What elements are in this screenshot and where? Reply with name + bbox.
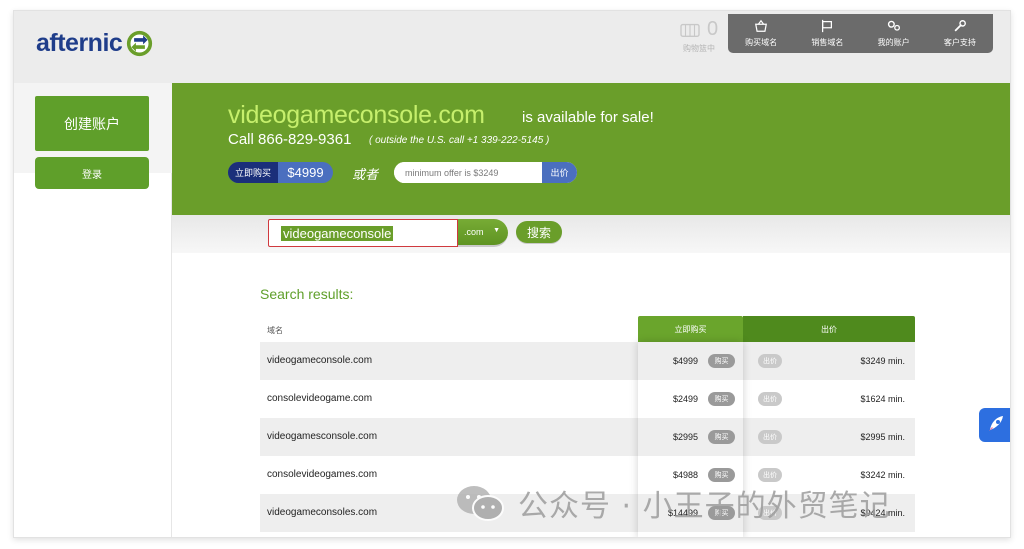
results-title: Search results:	[260, 286, 354, 302]
row-price: $2499	[672, 394, 698, 404]
nav-label: 客户支持	[943, 38, 976, 47]
left-sidebar: 创建账户 登录	[14, 83, 172, 537]
column-header-buy-now: 立即购买	[638, 316, 743, 342]
row-domain[interactable]: consolevideogames.com	[267, 469, 377, 480]
make-offer-button[interactable]: 出价	[542, 162, 577, 183]
or-text: 或者	[352, 167, 379, 182]
tld-select[interactable]: .com ▼	[458, 219, 508, 247]
nav-label: 购买域名	[745, 38, 778, 47]
browser-page: afternic 0 购物篮中 购买域名 销售域名 我的账户 客户支持 创建账户…	[13, 10, 1011, 538]
nav-buy-domains[interactable]: 购买域名	[728, 14, 794, 53]
row-price: $4999	[672, 356, 698, 366]
row-offer-button[interactable]: 出价	[758, 392, 782, 406]
wrench-icon	[954, 20, 966, 32]
buy-now-button[interactable]: 立即购买 $4999	[228, 162, 333, 183]
nav-my-account[interactable]: 我的账户	[861, 14, 927, 53]
search-button[interactable]: 搜索	[516, 221, 562, 243]
cart-label: 购物篮中	[683, 44, 715, 53]
banner-phone: Call 866-829-9361	[228, 131, 352, 148]
search-input-value: videogameconsole	[281, 226, 394, 241]
row-domain[interactable]: videogameconsole.com	[267, 355, 372, 366]
cart-widget[interactable]: 0 购物篮中	[671, 17, 727, 53]
table-row: consolevideogame.com $2499 购买 出价 $1624 m…	[260, 380, 915, 418]
row-buy-button[interactable]: 购买	[708, 392, 735, 406]
dropdown-arrow-icon: ▼	[493, 227, 500, 234]
banner-available-text: is available for sale!	[522, 109, 654, 126]
rocket-icon	[989, 416, 1003, 431]
buy-now-price: $4999	[287, 165, 324, 180]
basket-icon	[755, 19, 768, 32]
row-domain[interactable]: videogamesconsole.com	[267, 431, 377, 442]
row-price: $2995	[672, 432, 698, 442]
watermark-text: 公众号 · 小王子的外贸笔记	[518, 489, 891, 524]
buy-now-label: 立即购买	[228, 162, 278, 183]
table-row: videogamesconsole.com $2995 购买 出价 $2995 …	[260, 418, 915, 456]
column-header-offer: 出价	[743, 316, 915, 342]
row-buy-button[interactable]: 购买	[708, 430, 735, 444]
wechat-icon	[457, 486, 504, 521]
tld-value: .com	[464, 227, 484, 237]
banner-intl-phone: ( outside the U.S. call +1 339-222-5145 …	[369, 135, 550, 146]
cart-icon	[680, 23, 700, 37]
create-account-button[interactable]: 创建账户	[35, 96, 149, 151]
gears-icon	[887, 20, 900, 31]
nav-label: 销售域名	[811, 38, 844, 47]
login-button[interactable]: 登录	[35, 157, 149, 189]
logo-arrows-icon	[127, 30, 153, 57]
search-input[interactable]: videogameconsole	[268, 219, 458, 247]
row-min-offer: $3249 min.	[860, 356, 905, 366]
search-bar: videogameconsole .com ▼ 搜索	[172, 215, 1010, 253]
floating-helper-button[interactable]	[979, 408, 1010, 442]
nav-label: 我的账户	[877, 38, 910, 47]
site-header: afternic 0 购物篮中 购买域名 销售域名 我的账户 客户支持	[14, 11, 1010, 83]
row-domain[interactable]: videogameconsoles.com	[267, 507, 377, 518]
table-row: videogameconsole.com $4999 购买 出价 $3249 m…	[260, 342, 915, 380]
offer-input[interactable]	[394, 162, 542, 183]
cart-count: 0	[707, 18, 719, 40]
top-nav: 购买域名 销售域名 我的账户 客户支持	[728, 14, 993, 53]
offer-form: 出价	[394, 162, 577, 183]
nav-support[interactable]: 客户支持	[927, 14, 993, 53]
logo-text: afternic	[36, 29, 123, 57]
nav-sell-domains[interactable]: 销售域名	[794, 14, 860, 53]
sale-banner: videogameconsole.com is available for sa…	[172, 83, 1010, 215]
row-offer-button[interactable]: 出价	[758, 354, 782, 368]
afternic-logo[interactable]: afternic	[36, 29, 153, 58]
wechat-watermark: 公众号 · 小王子的外贸笔记	[454, 479, 891, 527]
row-min-offer: $2995 min.	[860, 432, 905, 442]
banner-domain: videogameconsole.com	[228, 101, 485, 129]
sign-icon	[822, 19, 833, 33]
column-header-domain: 域名	[267, 326, 283, 335]
row-buy-button[interactable]: 购买	[708, 354, 735, 368]
row-min-offer: $1624 min.	[860, 394, 905, 404]
row-offer-button[interactable]: 出价	[758, 430, 782, 444]
row-domain[interactable]: consolevideogame.com	[267, 393, 372, 404]
